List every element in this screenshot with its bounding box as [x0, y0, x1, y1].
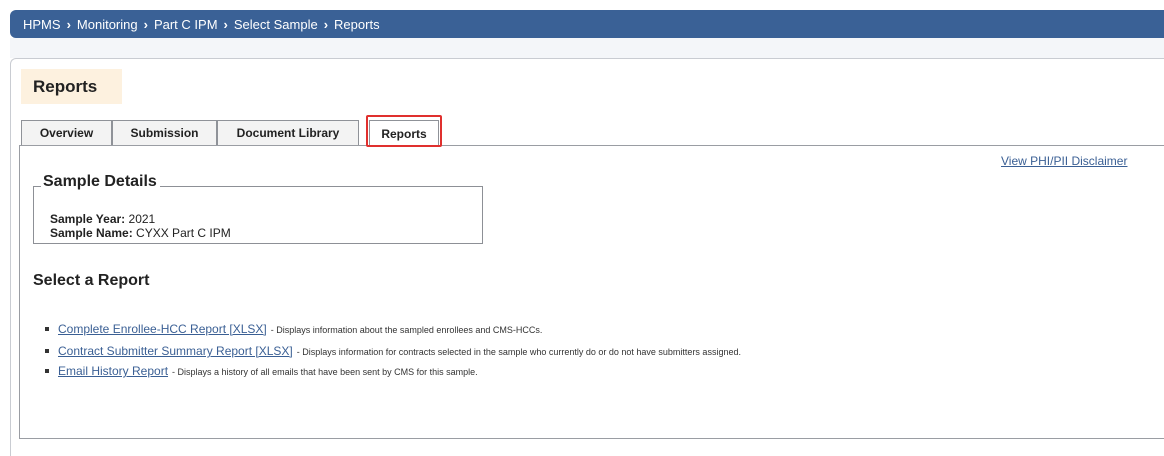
report-description: - Displays information for contracts sel…	[296, 347, 741, 357]
sample-name-label: Sample Name:	[50, 226, 133, 240]
list-item: Contract Submitter Summary Report [XLSX]…	[45, 344, 741, 358]
reports-tab-highlight	[366, 115, 442, 147]
bullet-icon	[45, 327, 49, 331]
sample-year-row: Sample Year: 2021	[50, 212, 155, 226]
list-item: Complete Enrollee-HCC Report [XLSX] - Di…	[45, 322, 542, 336]
sample-year-value: 2021	[128, 212, 156, 226]
select-report-title: Select a Report	[33, 272, 150, 289]
report-description: - Displays information about the sampled…	[270, 325, 543, 335]
breadcrumb-item-monitoring[interactable]: Monitoring	[77, 17, 138, 32]
sample-name-row: Sample Name: CYXX Part C IPM	[50, 226, 231, 240]
bullet-icon	[45, 349, 49, 353]
list-item: Email History Report - Displays a histor…	[45, 364, 478, 378]
page-title: Reports	[21, 69, 122, 104]
report-description: - Displays a history of all emails that …	[172, 367, 478, 377]
tab-submission[interactable]: Submission	[112, 120, 217, 145]
sample-name-value: CYXX Part C IPM	[136, 226, 231, 240]
email-history-report-link[interactable]: Email History Report	[58, 364, 168, 378]
tab-overview[interactable]: Overview	[21, 120, 112, 145]
sample-year-label: Sample Year:	[50, 212, 126, 226]
tab-document-library[interactable]: Document Library	[217, 120, 359, 145]
chevron-right-icon: ›	[223, 16, 228, 32]
enrollee-hcc-report-link[interactable]: Complete Enrollee-HCC Report [XLSX]	[58, 322, 267, 336]
chevron-right-icon: ›	[323, 16, 329, 32]
bullet-icon	[45, 369, 49, 373]
chevron-right-icon: ›	[143, 16, 148, 32]
breadcrumb-item-reports: Reports	[334, 16, 380, 32]
phi-pii-disclaimer-link[interactable]: View PHI/PII Disclaimer	[1001, 154, 1127, 168]
breadcrumb-item-select-sample[interactable]: Select Sample	[234, 17, 318, 32]
breadcrumb: HPMS › Monitoring › Part C IPM › Select …	[10, 10, 1164, 38]
breadcrumb-item-part-c-ipm[interactable]: Part C IPM	[154, 17, 218, 32]
contract-submitter-report-link[interactable]: Contract Submitter Summary Report [XLSX]	[58, 344, 293, 358]
chevron-right-icon: ›	[66, 16, 71, 32]
subheader-strip	[10, 38, 1164, 58]
sample-details-legend: Sample Details	[41, 173, 160, 191]
breadcrumb-item-hpms[interactable]: HPMS	[23, 17, 61, 32]
